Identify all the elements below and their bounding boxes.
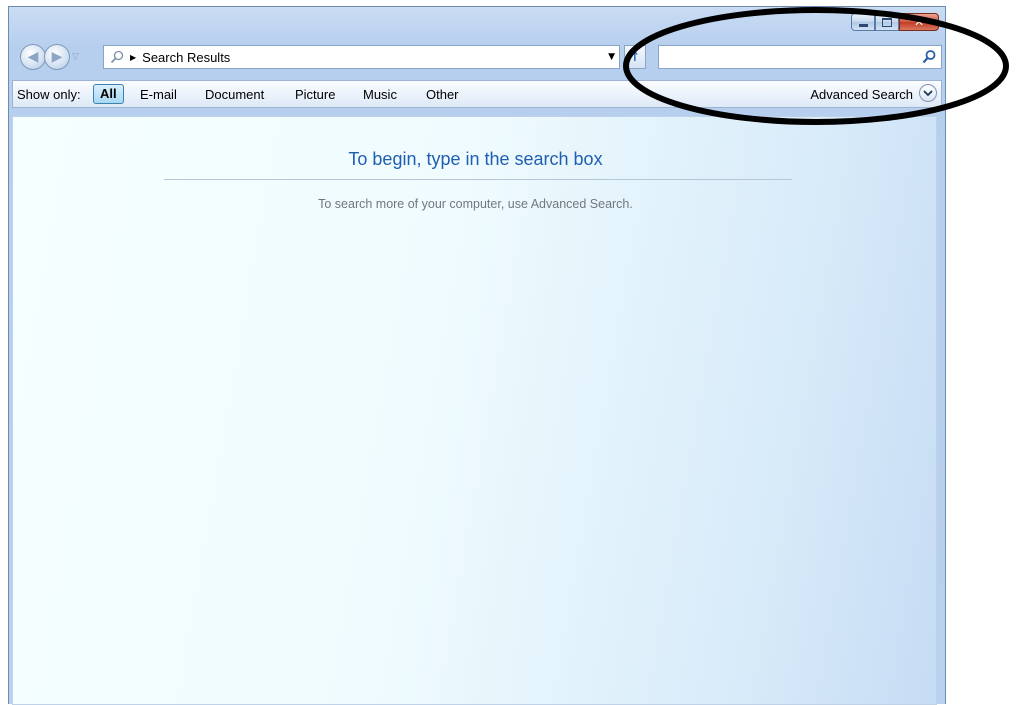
divider	[164, 179, 792, 180]
empty-state-title: To begin, type in the search box	[348, 149, 603, 169]
recent-pages-dropdown[interactable]: ▽	[72, 52, 79, 62]
filter-document[interactable]: Document	[205, 87, 264, 102]
arrow-left-icon: ◀	[27, 49, 39, 65]
back-button[interactable]: ◀	[20, 44, 46, 70]
address-dropdown-icon[interactable]: ▼	[608, 52, 615, 62]
annotation-ellipse	[623, 7, 1009, 125]
address-bar[interactable]: ▶ Search Results ▼	[103, 45, 620, 69]
filter-picture[interactable]: Picture	[295, 87, 335, 102]
show-only-label: Show only:	[17, 87, 81, 102]
filter-email[interactable]: E-mail	[140, 87, 177, 102]
arrow-right-icon: ▶	[51, 49, 63, 65]
magnifier-icon	[110, 50, 124, 64]
filter-other[interactable]: Other	[426, 87, 459, 102]
filter-music[interactable]: Music	[363, 87, 397, 102]
results-pane: To begin, type in the search box To sear…	[12, 116, 937, 705]
forward-button[interactable]: ▶	[44, 44, 70, 70]
breadcrumb-arrow-icon[interactable]: ▶	[130, 53, 136, 62]
breadcrumb-search-results[interactable]: Search Results	[142, 50, 230, 65]
empty-state-hint: To search more of your computer, use Adv…	[318, 197, 633, 211]
filter-all[interactable]: All	[93, 84, 124, 104]
